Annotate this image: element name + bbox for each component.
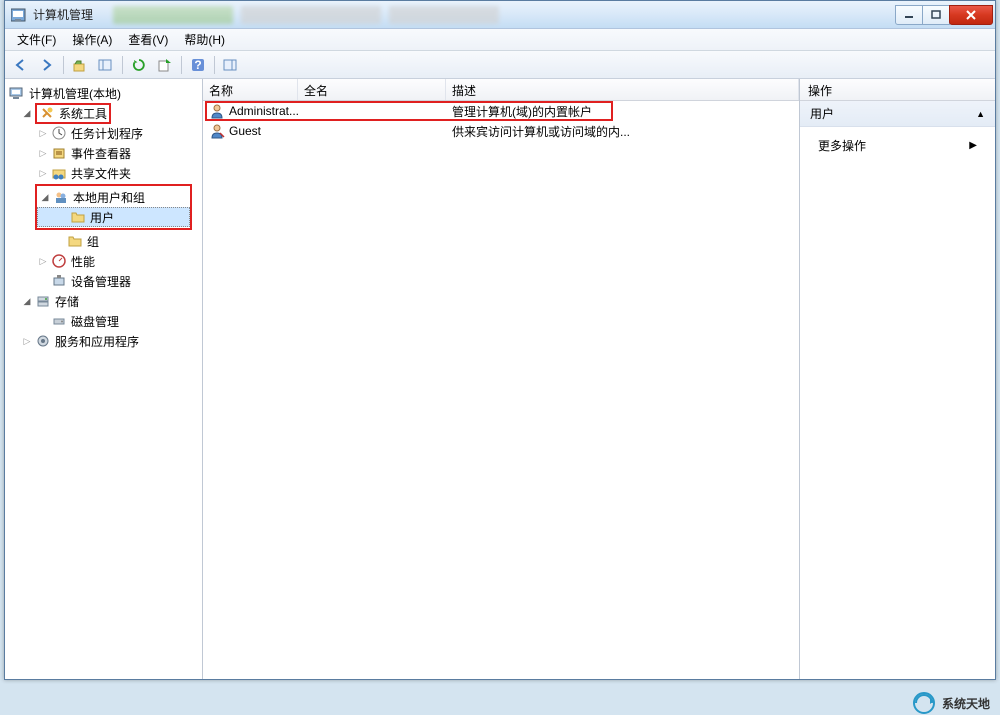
expander-icon[interactable]: ◢ — [39, 191, 51, 203]
menu-view[interactable]: 查看(V) — [120, 29, 176, 50]
tree-services-apps[interactable]: ▷ 服务和应用程序 — [5, 331, 202, 351]
tree-performance[interactable]: ▷ 性能 — [5, 251, 202, 271]
disk-icon — [51, 313, 67, 329]
close-button[interactable] — [949, 5, 993, 25]
column-desc[interactable]: 描述 — [446, 79, 799, 100]
expander-icon[interactable]: ◢ — [21, 107, 33, 119]
users-group-icon — [53, 189, 69, 205]
user-icon — [209, 103, 225, 119]
tree-storage[interactable]: ◢ 存储 — [5, 291, 202, 311]
actions-panel: 操作 用户 ▲ 更多操作 ▶ — [800, 79, 995, 679]
device-icon — [51, 273, 67, 289]
expander-icon[interactable]: ▷ — [37, 167, 49, 179]
list-body[interactable]: Administrat... 管理计算机(域)的内置帐户 Guest 供来宾访问… — [203, 101, 799, 679]
tree-event-viewer[interactable]: ▷ 事件查看器 — [5, 143, 202, 163]
tree-device-manager[interactable]: 设备管理器 — [5, 271, 202, 291]
column-name[interactable]: 名称 — [203, 79, 298, 100]
tree-panel[interactable]: 计算机管理(本地) ◢ 系统工具 ▷ 任务计划程序 ▷ 事件查看器 ▷ — [5, 79, 203, 679]
user-desc: 管理计算机(域)的内置帐户 — [452, 103, 592, 120]
expander-icon[interactable]: ▷ — [21, 335, 33, 347]
menu-action[interactable]: 操作(A) — [64, 29, 120, 50]
actions-header: 操作 — [800, 79, 995, 101]
titlebar[interactable]: 计算机管理 — [5, 1, 995, 29]
tree-users[interactable]: 用户 — [37, 207, 190, 227]
folder-icon — [70, 209, 86, 225]
performance-icon — [51, 253, 67, 269]
menu-help[interactable]: 帮助(H) — [176, 29, 233, 50]
user-icon — [209, 123, 225, 139]
tree-task-scheduler[interactable]: ▷ 任务计划程序 — [5, 123, 202, 143]
expander-icon[interactable]: ◢ — [21, 295, 33, 307]
show-hide-tree-button[interactable] — [94, 54, 118, 76]
minimize-button[interactable] — [895, 5, 923, 25]
forward-button[interactable] — [35, 54, 59, 76]
expander-icon[interactable]: ▷ — [37, 127, 49, 139]
export-button[interactable] — [153, 54, 177, 76]
tree-groups[interactable]: 组 — [5, 231, 202, 251]
menu-file[interactable]: 文件(F) — [9, 29, 64, 50]
app-icon — [11, 7, 27, 23]
content-area: 计算机管理(本地) ◢ 系统工具 ▷ 任务计划程序 ▷ 事件查看器 ▷ — [5, 79, 995, 679]
clock-icon — [51, 125, 67, 141]
tools-icon — [39, 105, 55, 121]
menubar: 文件(F) 操作(A) 查看(V) 帮助(H) — [5, 29, 995, 51]
window-title: 计算机管理 — [33, 6, 93, 23]
watermark: 系统天地 — [912, 691, 990, 715]
computer-icon — [9, 85, 25, 101]
tree-root[interactable]: 计算机管理(本地) — [5, 83, 202, 103]
tree-local-users-groups[interactable]: ◢ 本地用户和组 — [37, 187, 190, 207]
action-more[interactable]: 更多操作 ▶ — [818, 135, 977, 155]
services-icon — [35, 333, 51, 349]
storage-icon — [35, 293, 51, 309]
back-button[interactable] — [9, 54, 33, 76]
window-controls — [896, 5, 993, 25]
list-header: 名称 全名 描述 — [203, 79, 799, 101]
tree-disk-management[interactable]: 磁盘管理 — [5, 311, 202, 331]
expander-icon[interactable]: ▷ — [37, 255, 49, 267]
user-name: Guest — [229, 124, 261, 138]
actions-section-users[interactable]: 用户 ▲ — [800, 101, 995, 127]
help-button[interactable]: ? — [186, 54, 210, 76]
list-panel: 名称 全名 描述 Administrat... 管理计算机(域)的内置帐户 G — [203, 79, 800, 679]
user-row-administrator[interactable]: Administrat... 管理计算机(域)的内置帐户 — [203, 101, 799, 121]
tree-shared-folders[interactable]: ▷ 共享文件夹 — [5, 163, 202, 183]
svg-text:?: ? — [194, 58, 201, 72]
maximize-button[interactable] — [922, 5, 950, 25]
event-icon — [51, 145, 67, 161]
taskbar-blur — [113, 6, 499, 24]
tree-system-tools[interactable]: ◢ 系统工具 — [5, 103, 202, 123]
shared-folder-icon — [51, 165, 67, 181]
toolbar: ? — [5, 51, 995, 79]
user-row-guest[interactable]: Guest 供来宾访问计算机或访问域的内... — [203, 121, 799, 141]
up-button[interactable] — [68, 54, 92, 76]
user-desc: 供来宾访问计算机或访问域的内... — [452, 123, 630, 140]
user-name: Administrat... — [229, 104, 298, 118]
folder-icon — [67, 233, 83, 249]
chevron-right-icon: ▶ — [969, 140, 977, 151]
collapse-icon: ▲ — [976, 109, 985, 119]
main-window: 计算机管理 文件(F) 操作(A) 查看(V) 帮助(H) — [4, 0, 996, 680]
watermark-icon — [912, 691, 936, 715]
column-fullname[interactable]: 全名 — [298, 79, 446, 100]
refresh-button[interactable] — [127, 54, 151, 76]
expander-icon[interactable]: ▷ — [37, 147, 49, 159]
action-pane-button[interactable] — [219, 54, 243, 76]
